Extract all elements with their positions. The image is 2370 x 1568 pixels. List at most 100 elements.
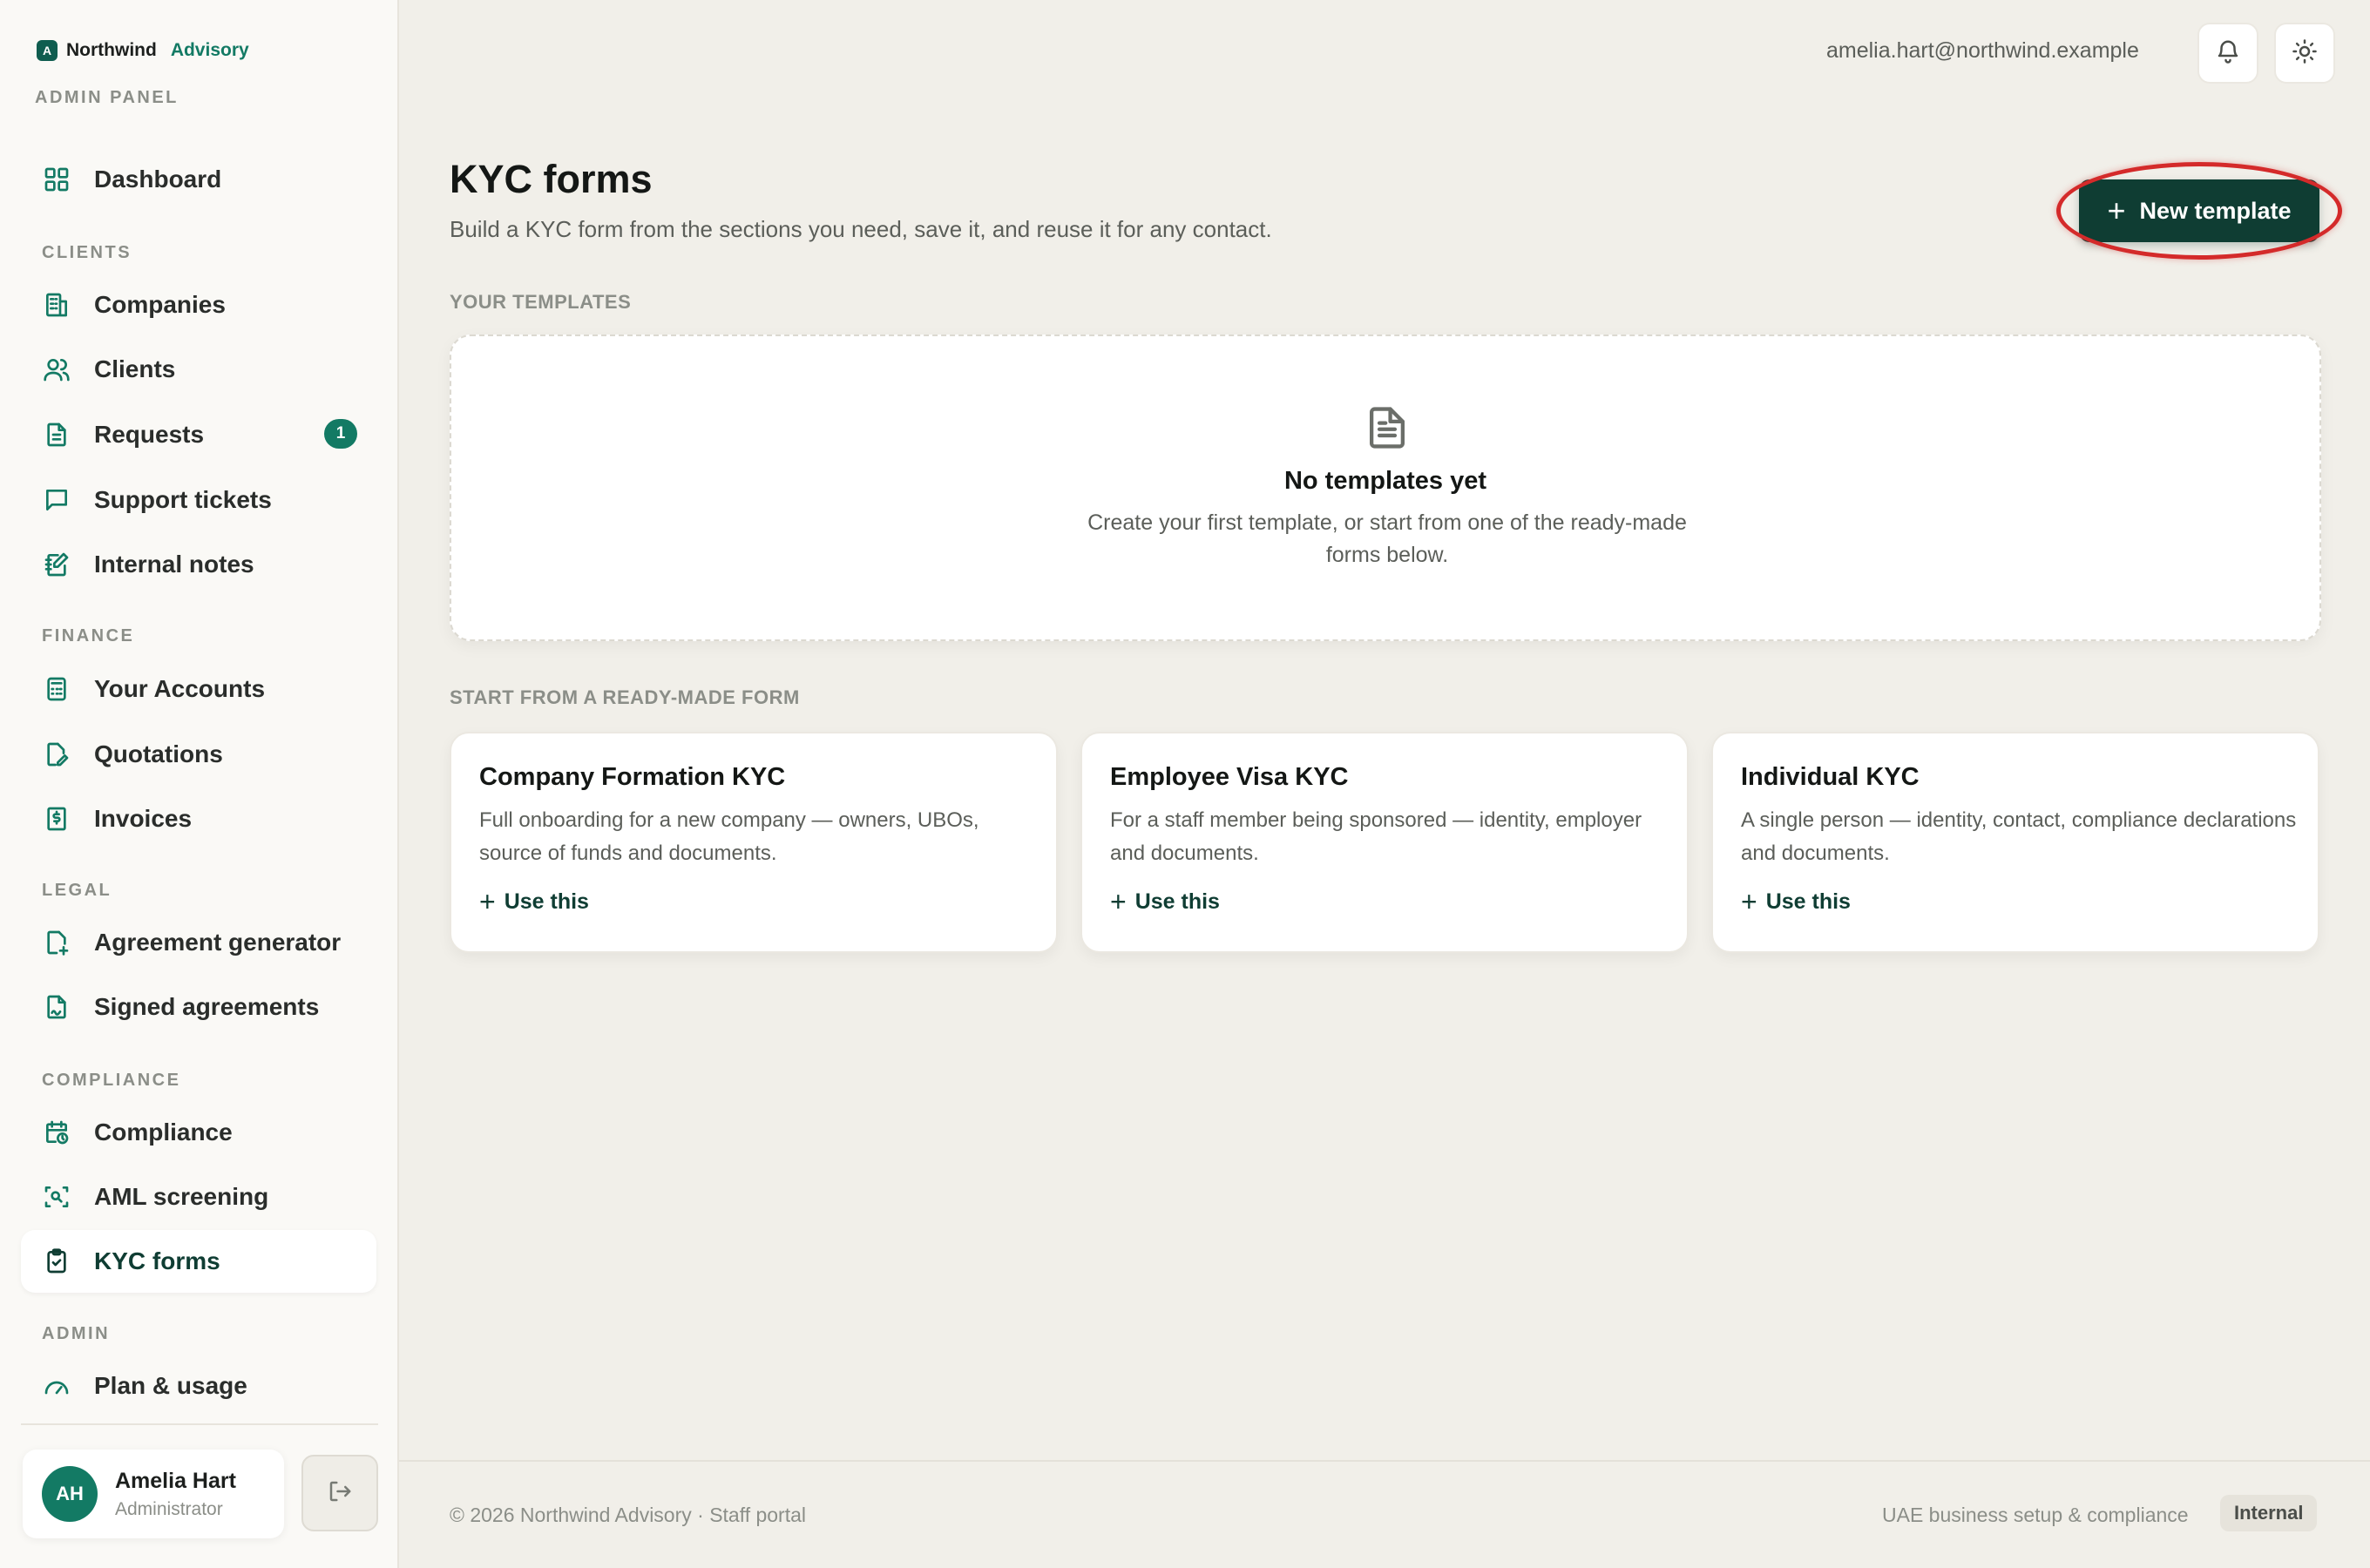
sidebar-item-aml-screening[interactable]: AML screening: [21, 1166, 376, 1228]
use-this-button[interactable]: + Use this: [479, 888, 1028, 916]
sidebar-item-label: AML screening: [94, 1183, 269, 1210]
building-icon: [42, 290, 71, 320]
logout-icon: [327, 1478, 353, 1509]
empty-title: No templates yet: [1283, 467, 1487, 495]
sidebar-item-companies[interactable]: Companies: [21, 274, 376, 336]
theme-toggle-button[interactable]: [2274, 23, 2335, 84]
file-plus-icon: [42, 928, 71, 957]
plus-icon: +: [479, 886, 496, 917]
calculator-icon: [42, 674, 71, 704]
empty-templates-card: No templates yet Create your first templ…: [450, 335, 2321, 641]
sidebar-item-compliance[interactable]: Compliance: [21, 1101, 376, 1164]
brand-subname: Advisory: [170, 40, 249, 60]
footer-divider: [399, 1460, 2370, 1462]
page-subtitle: Build a KYC form from the sections you n…: [450, 216, 1272, 242]
clipboard-check-icon: [42, 1247, 71, 1276]
document-icon: [42, 420, 71, 449]
sidebar-item-dashboard[interactable]: Dashboard: [21, 148, 376, 211]
empty-text: Create your first template, or start fro…: [1087, 510, 1687, 567]
bell-icon: [2215, 38, 2241, 69]
sidebar-item-kyc-forms[interactable]: KYC forms: [21, 1230, 376, 1293]
form-card-title: Individual KYC: [1741, 763, 1920, 791]
sidebar-item-your-accounts[interactable]: Your Accounts: [21, 658, 376, 720]
file-text-icon: [1368, 406, 1406, 449]
footer-tagline: UAE business setup & compliance: [1882, 1504, 2189, 1526]
plus-icon: +: [1741, 886, 1757, 917]
form-card-company-formation: Company Formation KYC Full onboarding fo…: [450, 732, 1058, 953]
form-card-title: Employee Visa KYC: [1110, 763, 1349, 791]
avatar: AH: [42, 1466, 98, 1522]
notifications-button[interactable]: [2197, 23, 2258, 84]
page-title: KYC forms: [450, 157, 653, 201]
calendar-clock-icon: [42, 1118, 71, 1147]
sidebar-item-invoices[interactable]: Invoices: [21, 787, 376, 850]
form-card-individual: Individual KYC A single person — identit…: [1711, 732, 2319, 953]
use-this-label: Use this: [1134, 889, 1220, 914]
file-signature-icon: [42, 992, 71, 1022]
section-label-clients: CLIENTS: [42, 243, 132, 262]
form-card-title: Company Formation KYC: [479, 763, 786, 791]
sidebar-item-quotations[interactable]: Quotations: [21, 723, 376, 786]
sidebar-item-label: Plan & usage: [94, 1372, 247, 1399]
sidebar-item-label: Signed agreements: [94, 993, 320, 1020]
message-icon: [42, 485, 71, 515]
sidebar-divider: [21, 1423, 378, 1425]
templates-heading: YOUR TEMPLATES: [450, 291, 632, 313]
sidebar-item-requests[interactable]: Requests 1: [21, 403, 376, 466]
requests-count-badge: 1: [324, 419, 357, 449]
file-edit-icon: [42, 740, 71, 769]
sidebar-item-label: Internal notes: [94, 551, 254, 578]
footer-badge: Internal: [2220, 1495, 2318, 1531]
sidebar-item-signed-agreements[interactable]: Signed agreements: [21, 976, 376, 1038]
use-this-button[interactable]: + Use this: [1741, 888, 2290, 916]
sidebar-item-plan-usage[interactable]: Plan & usage: [21, 1355, 376, 1417]
sidebar-item-agreement-generator[interactable]: Agreement generator: [21, 911, 376, 974]
sidebar-item-label: Clients: [94, 355, 176, 382]
sidebar: A Northwind Advisory ADMIN PANEL Dashboa…: [0, 0, 399, 1568]
sidebar-item-label: Requests: [94, 421, 205, 448]
brand-logo-icon: A: [37, 40, 58, 61]
sidebar-item-support-tickets[interactable]: Support tickets: [21, 469, 376, 531]
sidebar-item-label: Companies: [94, 291, 226, 318]
form-card-employee-visa: Employee Visa KYC For a staff member bei…: [1080, 732, 1689, 953]
grid-icon: [42, 165, 71, 194]
readymade-heading: START FROM A READY-MADE FORM: [450, 686, 800, 708]
panel-label: ADMIN PANEL: [35, 88, 179, 107]
user-card[interactable]: AH Amelia Hart Administrator: [23, 1450, 284, 1538]
logout-button[interactable]: [301, 1455, 378, 1531]
plus-icon: +: [1110, 886, 1127, 917]
sidebar-item-label: Invoices: [94, 805, 193, 832]
receipt-dollar-icon: [42, 804, 71, 834]
user-email: amelia.hart@northwind.example: [1826, 38, 2139, 63]
use-this-button[interactable]: + Use this: [1110, 888, 1659, 916]
user-name: Amelia Hart: [115, 1468, 236, 1493]
footer-copyright: © 2026 Northwind Advisory · Staff portal: [450, 1504, 807, 1526]
new-template-label: New template: [2139, 197, 2292, 224]
sun-icon: [2292, 38, 2318, 69]
gauge-icon: [42, 1371, 71, 1401]
sidebar-item-label: Your Accounts: [94, 675, 266, 702]
brand[interactable]: A Northwind Advisory: [37, 40, 249, 61]
sidebar-item-label: Compliance: [94, 1119, 233, 1146]
form-card-description: A single person — identity, contact, com…: [1741, 808, 2297, 865]
notebook-pen-icon: [42, 550, 71, 579]
sidebar-item-label: Dashboard: [94, 166, 222, 193]
use-this-label: Use this: [504, 889, 589, 914]
users-icon: [42, 355, 71, 384]
user-role: Administrator: [115, 1498, 223, 1519]
section-label-finance: FINANCE: [42, 626, 135, 645]
brand-name: Northwind: [66, 40, 157, 60]
sidebar-item-clients[interactable]: Clients: [21, 338, 376, 401]
sidebar-item-label: Agreement generator: [94, 929, 342, 956]
plus-icon: +: [2107, 193, 2126, 228]
scan-search-icon: [42, 1182, 71, 1212]
form-card-description: Full onboarding for a new company — owne…: [479, 808, 979, 865]
sidebar-item-label: KYC forms: [94, 1247, 220, 1274]
form-card-description: For a staff member being sponsored — ide…: [1110, 808, 1642, 865]
new-template-button[interactable]: + New template: [2079, 179, 2319, 242]
section-label-admin: ADMIN: [42, 1324, 111, 1343]
sidebar-item-internal-notes[interactable]: Internal notes: [21, 533, 376, 596]
section-label-legal: LEGAL: [42, 881, 112, 900]
sidebar-item-label: Quotations: [94, 740, 223, 767]
sidebar-item-label: Support tickets: [94, 486, 272, 513]
